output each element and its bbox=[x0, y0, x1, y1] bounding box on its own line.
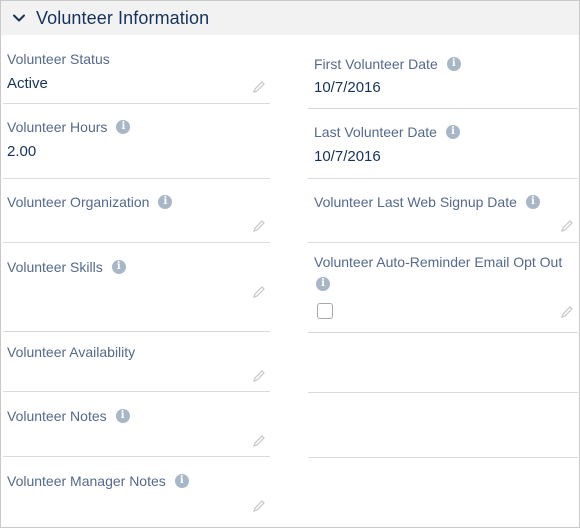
field-volunteer-notes: Volunteer Notes i bbox=[3, 392, 270, 457]
field-last-volunteer-date: Last Volunteer Date i 10/7/2016 bbox=[308, 109, 578, 179]
field-volunteer-skills: Volunteer Skills i bbox=[3, 243, 270, 332]
pencil-icon[interactable] bbox=[252, 80, 266, 94]
field-label: Volunteer Availability bbox=[7, 344, 136, 360]
pencil-icon[interactable] bbox=[252, 219, 266, 233]
field-volunteer-availability: Volunteer Availability bbox=[3, 332, 270, 392]
field-value: 2.00 bbox=[7, 143, 37, 160]
info-icon[interactable]: i bbox=[525, 195, 540, 209]
pencil-icon[interactable] bbox=[252, 369, 266, 383]
field-label: Volunteer Hours i bbox=[7, 118, 131, 136]
field-value: 10/7/2016 bbox=[314, 79, 381, 96]
field-label: Volunteer Last Web Signup Date i bbox=[314, 193, 540, 211]
info-icon[interactable]: i bbox=[116, 120, 131, 134]
info-icon[interactable]: i bbox=[174, 474, 189, 488]
field-value: 10/7/2016 bbox=[314, 148, 381, 165]
pencil-icon[interactable] bbox=[252, 285, 266, 299]
volunteer-information-section: Volunteer Information Volunteer Status A… bbox=[0, 0, 580, 528]
field-label: Volunteer Skills i bbox=[7, 258, 126, 276]
opt-out-checkbox[interactable] bbox=[317, 303, 333, 319]
info-icon[interactable]: i bbox=[446, 57, 461, 71]
field-volunteer-status: Volunteer Status Active bbox=[3, 35, 270, 104]
empty-field-slot bbox=[308, 393, 578, 458]
pencil-icon[interactable] bbox=[252, 499, 266, 513]
field-label: Volunteer Auto-Reminder Email Opt Out i bbox=[314, 254, 563, 291]
field-volunteer-auto-reminder-email-opt-out: Volunteer Auto-Reminder Email Opt Out i bbox=[308, 243, 578, 333]
left-column: Volunteer Status Active Volunteer Hours … bbox=[3, 35, 270, 526]
info-icon[interactable]: i bbox=[158, 195, 173, 209]
section-title: Volunteer Information bbox=[36, 7, 210, 28]
field-label: Volunteer Organization i bbox=[7, 193, 173, 211]
field-label: Volunteer Notes i bbox=[7, 407, 130, 425]
right-column: First Volunteer Date i 10/7/2016 Last Vo… bbox=[308, 35, 578, 458]
field-volunteer-organization: Volunteer Organization i bbox=[3, 179, 270, 243]
info-icon[interactable]: i bbox=[111, 260, 126, 274]
field-label: Volunteer Manager Notes i bbox=[7, 472, 189, 490]
pencil-icon[interactable] bbox=[252, 434, 266, 448]
field-label: First Volunteer Date i bbox=[314, 55, 461, 73]
info-icon[interactable]: i bbox=[316, 277, 330, 291]
field-volunteer-last-web-signup-date: Volunteer Last Web Signup Date i bbox=[308, 179, 578, 243]
chevron-down-icon[interactable] bbox=[11, 10, 27, 26]
pencil-icon[interactable] bbox=[560, 219, 574, 233]
pencil-icon[interactable] bbox=[560, 305, 574, 319]
field-label: Volunteer Status bbox=[7, 51, 110, 67]
section-header[interactable]: Volunteer Information bbox=[1, 1, 579, 35]
empty-field-slot bbox=[308, 333, 578, 393]
info-icon[interactable]: i bbox=[115, 409, 130, 423]
field-volunteer-manager-notes: Volunteer Manager Notes i bbox=[3, 457, 270, 526]
field-label: Last Volunteer Date i bbox=[314, 123, 460, 141]
field-first-volunteer-date: First Volunteer Date i 10/7/2016 bbox=[308, 35, 578, 109]
field-value: Active bbox=[7, 75, 48, 92]
info-icon[interactable]: i bbox=[445, 125, 460, 139]
field-volunteer-hours: Volunteer Hours i 2.00 bbox=[3, 104, 270, 179]
